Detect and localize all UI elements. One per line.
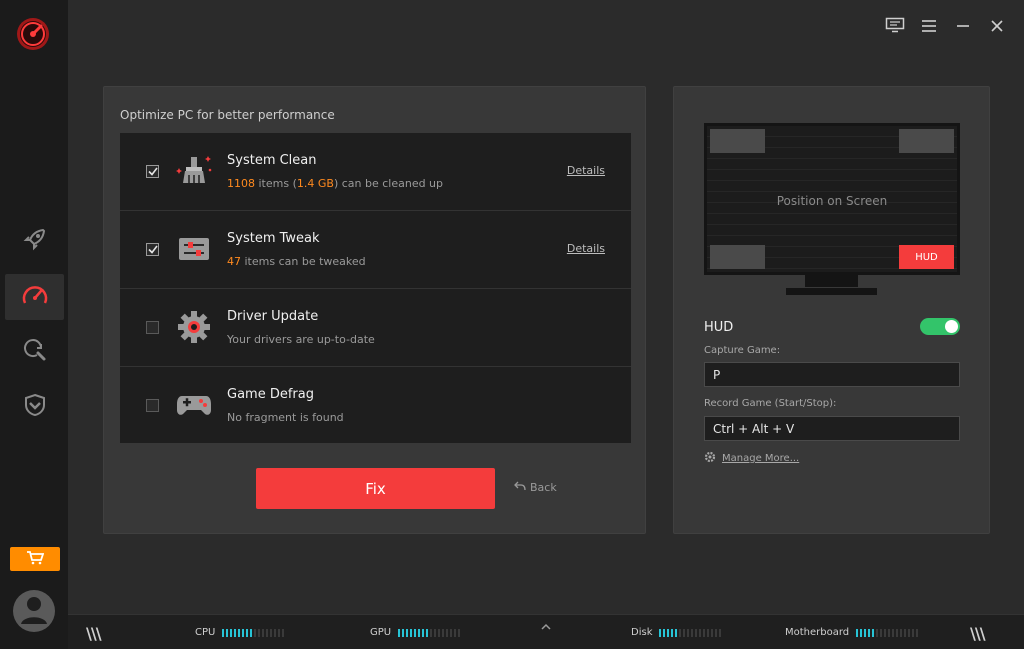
fix-button[interactable]: Fix — [256, 468, 495, 509]
expand-footer-button[interactable] — [540, 617, 552, 636]
driver-update-checkbox[interactable] — [146, 321, 159, 334]
manage-more-link[interactable]: Manage More... — [704, 451, 799, 466]
list-item-system-clean: System Clean 1108 items (1.4 GB) can be … — [120, 133, 631, 211]
cpu-label: CPU — [195, 627, 216, 638]
driver-update-summary: Your drivers are up-to-date — [227, 333, 375, 346]
system-clean-title: System Clean — [227, 153, 317, 168]
status-footer: \\\ CPU GPU Disk Motherboard \\\ — [68, 614, 1024, 649]
position-top-left[interactable] — [710, 129, 765, 153]
hud-position-preview: HUD Position on Screen — [704, 123, 960, 275]
speedometer-icon — [21, 283, 49, 311]
broom-icon — [174, 151, 214, 191]
undo-arrow-icon — [514, 481, 526, 494]
hud-panel: HUD Position on Screen HUD Capture Game:… — [673, 86, 990, 534]
tweak-panel-icon — [174, 229, 214, 269]
app-logo-icon — [16, 17, 50, 51]
system-clean-summary: 1108 items (1.4 GB) can be cleaned up — [227, 177, 444, 190]
system-tweak-checkbox[interactable] — [146, 243, 159, 256]
motherboard-label: Motherboard — [785, 627, 850, 638]
system-tweak-details-link[interactable]: Details — [567, 242, 605, 255]
disk-label: Disk — [631, 627, 653, 638]
gpu-bar — [398, 628, 461, 637]
system-clean-details-link[interactable]: Details — [567, 164, 605, 177]
game-defrag-title: Game Defrag — [227, 387, 314, 402]
hamburger-icon — [921, 18, 937, 37]
monitor-base — [786, 288, 877, 295]
game-defrag-checkbox[interactable] — [146, 399, 159, 412]
minimize-button[interactable] — [946, 14, 980, 40]
motherboard-meter: Motherboard — [785, 627, 919, 638]
monitor-feedback-button[interactable] — [878, 14, 912, 40]
list-item-game-defrag: Game Defrag No fragment is found — [120, 367, 631, 445]
back-button[interactable]: Back — [514, 481, 557, 494]
optimize-list: System Clean 1108 items (1.4 GB) can be … — [120, 133, 631, 443]
record-game-hotkey-field[interactable]: Ctrl + Alt + V — [704, 416, 960, 441]
hud-label: HUD — [704, 320, 734, 335]
gamepad-icon — [174, 385, 214, 425]
panel-title: Optimize PC for better performance — [120, 108, 335, 122]
shield-icon — [24, 393, 46, 421]
sidebar-item-scan[interactable] — [5, 329, 64, 375]
store-button[interactable] — [10, 547, 60, 571]
capture-game-hotkey-field[interactable]: P — [704, 362, 960, 387]
position-bottom-left[interactable] — [710, 245, 765, 269]
user-icon — [13, 590, 55, 632]
system-tweak-title: System Tweak — [227, 231, 320, 246]
decor-slashes-left: \\\ — [86, 624, 102, 643]
list-item-system-tweak: System Tweak 47 items can be tweaked Det… — [120, 211, 631, 289]
capture-game-label: Capture Game: — [704, 345, 781, 356]
record-game-label: Record Game (Start/Stop): — [704, 398, 837, 409]
close-icon — [990, 18, 1004, 37]
gpu-meter: GPU — [370, 627, 461, 638]
rocket-icon — [23, 227, 47, 255]
sidebar-item-optimize[interactable] — [5, 274, 64, 320]
chevron-up-icon — [540, 617, 552, 636]
cpu-meter: CPU — [195, 627, 285, 638]
manage-more-label: Manage More... — [722, 453, 800, 464]
position-on-screen-label: Position on Screen — [776, 194, 888, 208]
position-bottom-right-hud[interactable]: HUD — [899, 245, 954, 269]
menu-button[interactable] — [912, 14, 946, 40]
list-item-driver-update: Driver Update Your drivers are up-to-dat… — [120, 289, 631, 367]
system-tweak-summary: 47 items can be tweaked — [227, 255, 366, 268]
motherboard-bar — [856, 628, 919, 637]
hud-toggle[interactable] — [920, 318, 960, 335]
disk-bar — [659, 628, 722, 637]
driver-update-title: Driver Update — [227, 309, 319, 324]
cart-icon — [26, 550, 45, 569]
game-defrag-summary: No fragment is found — [227, 411, 344, 424]
position-top-right[interactable] — [899, 129, 954, 153]
monitor-stand — [805, 275, 858, 287]
gpu-label: GPU — [370, 627, 392, 638]
back-label: Back — [530, 481, 557, 494]
window-controls — [878, 14, 1014, 40]
sidebar-item-protect[interactable] — [5, 384, 64, 430]
decor-slashes-right: \\\ — [970, 624, 986, 643]
gear-icon — [174, 307, 214, 347]
sidebar-item-boost[interactable] — [5, 218, 64, 264]
sidebar — [0, 0, 68, 649]
search-refresh-icon — [23, 338, 47, 366]
system-clean-checkbox[interactable] — [146, 165, 159, 178]
cpu-bar — [222, 628, 285, 637]
minimize-icon — [956, 18, 970, 37]
disk-meter: Disk — [631, 627, 722, 638]
close-button[interactable] — [980, 14, 1014, 40]
optimize-panel: Optimize PC for better performance Syste… — [103, 86, 646, 534]
monitor-icon — [885, 17, 905, 37]
avatar[interactable] — [13, 590, 55, 632]
gear-icon — [704, 451, 716, 466]
